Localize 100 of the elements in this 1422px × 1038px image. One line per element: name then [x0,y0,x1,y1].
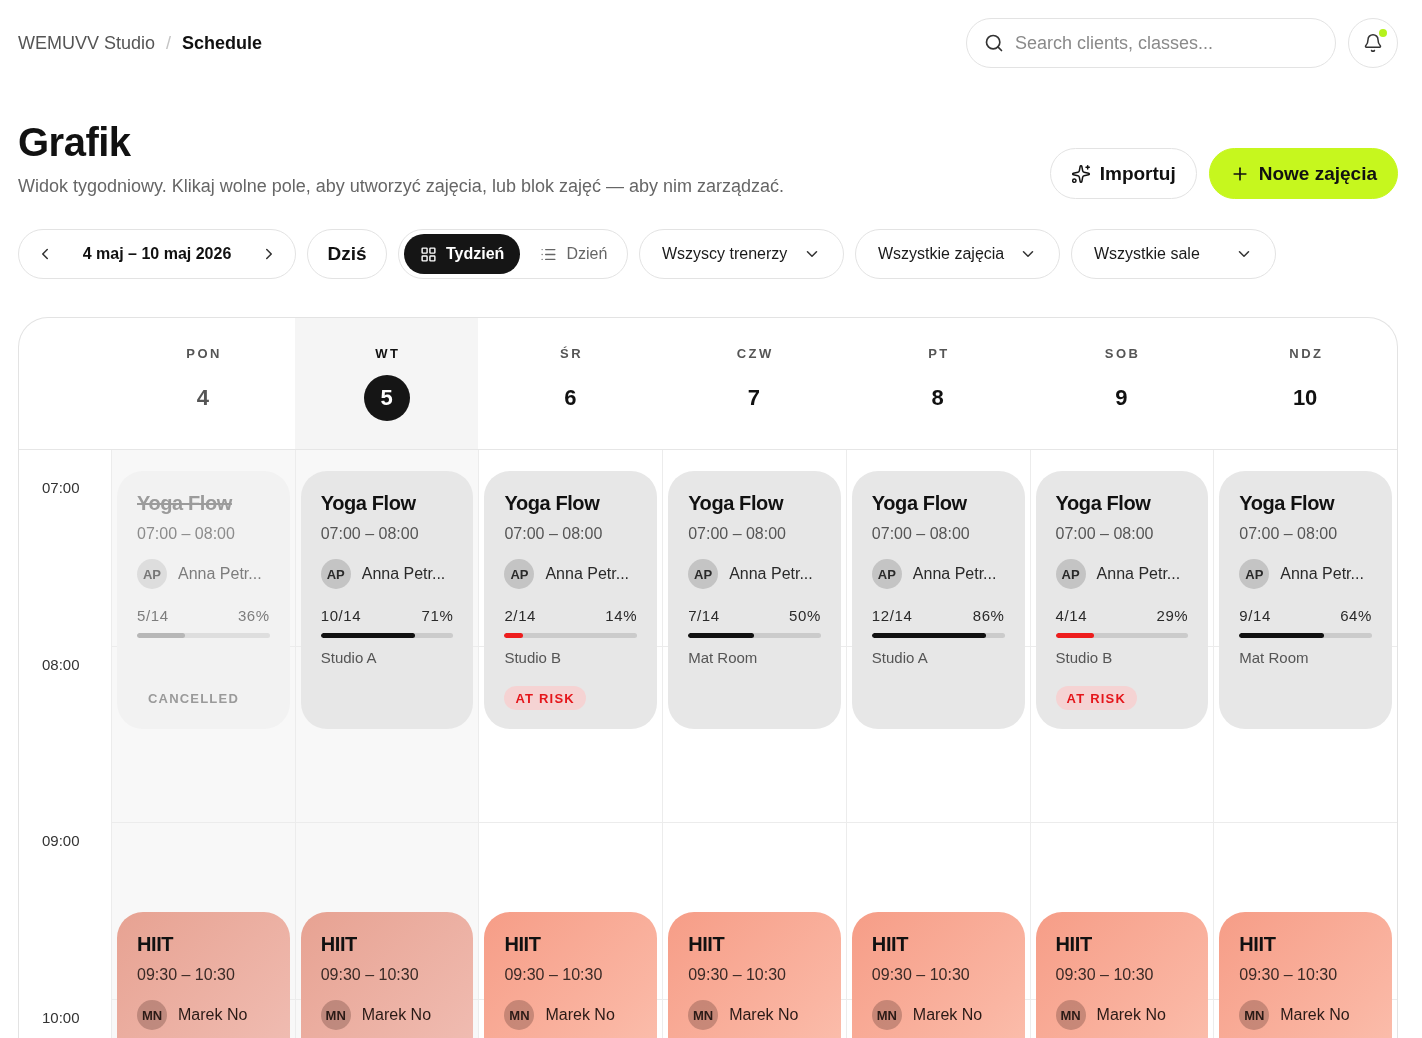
notifications-button[interactable] [1348,18,1398,68]
trainer-avatar: MN [688,1000,719,1031]
class-card[interactable]: HIIT 09:30 – 10:30 MN Marek No [1035,912,1209,1038]
booking-count: 4/14 [1055,608,1088,624]
day-number[interactable]: 10 [1282,375,1329,421]
status-label: CANCELLED [147,689,240,708]
filter-dropdown[interactable]: Wszystkie sale [1071,229,1276,279]
class-card[interactable]: Yoga Flow 07:00 – 08:00 AP Anna Petr... 4/14 29% Studio B AT RISK [1035,471,1209,729]
booking-percent: 14% [605,608,638,624]
class-card[interactable]: Yoga Flow 07:00 – 08:00 AP Anna Petr... 10/14 71% Studio A [300,471,474,729]
trainer-avatar: AP [1055,559,1086,589]
booking-percent: 50% [789,608,821,624]
class-card[interactable]: Yoga Flow 07:00 – 08:00 AP Anna Petr... 9/14 64% Mat Room [1219,471,1392,729]
class-title: HIIT [137,932,174,957]
time-label: 10:00 [42,1008,80,1026]
class-title: HIIT [320,932,357,957]
room-label: Mat Room [1239,648,1309,668]
class-card[interactable]: Yoga Flow 07:00 – 08:00 AP Anna Petr... 12/14 86% Studio A [851,471,1025,729]
search-icon [984,33,1004,53]
day-label: SOB [1103,346,1141,362]
room-label: Mat Room [688,648,758,668]
import-button[interactable]: Importuj [1049,148,1197,199]
trainer-name: Marek No [178,1006,248,1025]
booking-count: 9/14 [1239,608,1271,624]
breadcrumb-separator: / [166,32,172,54]
bell-icon [1363,33,1383,53]
day-label: ŚR [559,346,584,362]
status-badge: AT RISK [1055,686,1137,710]
class-time: 09:30 – 10:30 [137,965,235,986]
view-tab[interactable]: Tydzień [404,234,521,274]
trainer-avatar: AP [320,559,351,589]
search-field[interactable]: Search clients, classes... [966,18,1336,68]
class-time: 07:00 – 08:00 [1055,524,1154,544]
class-card[interactable]: HIIT 09:30 – 10:30 MN Marek No [117,912,290,1038]
filter-dropdown[interactable]: Wszyscy trenerzy [639,229,844,279]
class-title: Yoga Flow [1239,491,1335,515]
trainer-avatar: MN [1239,1000,1270,1031]
trainer-avatar: MN [504,1000,535,1031]
class-title: Yoga Flow [320,491,416,515]
breadcrumb-current: Schedule [182,32,263,54]
page-title: Grafik [18,119,132,166]
trainer-name: Anna Petr... [1096,565,1181,583]
room-label: Studio A [871,648,928,668]
class-title: Yoga Flow [871,491,967,515]
class-title: Yoga Flow [1055,491,1151,515]
sparkles-icon [1070,163,1091,184]
day-number[interactable]: 9 [1098,375,1145,421]
booking-percent: 64% [1340,608,1372,624]
status-badge: AT RISK [504,686,586,710]
day-label: PT [927,346,950,362]
day-label: CZW [735,346,774,362]
class-time: 09:30 – 10:30 [871,965,970,986]
trainer-name: Anna Petr... [545,565,630,583]
day-number[interactable]: 8 [914,375,961,421]
trainer-avatar: MN [137,1000,167,1031]
class-card[interactable]: HIIT 09:30 – 10:30 MN Marek No [1219,912,1392,1038]
trainer-name: Anna Petr... [729,565,813,583]
class-card[interactable]: Yoga Flow 07:00 – 08:00 AP Anna Petr... 2/14 14% Studio B AT RISK [484,471,658,729]
class-title: HIIT [871,932,909,957]
class-card[interactable]: HIIT 09:30 – 10:30 MN Marek No [484,912,658,1038]
trainer-name: Marek No [1280,1006,1350,1025]
class-title: Yoga Flow [504,491,600,515]
trainer-name: Marek No [545,1006,615,1025]
day-number[interactable]: 4 [179,375,226,421]
day-label: WT [374,346,401,362]
class-title: Yoga Flow [137,491,232,515]
time-label: 07:00 [42,479,80,496]
class-card[interactable]: HIIT 09:30 – 10:30 MN Marek No [300,912,474,1038]
class-title: Yoga Flow [688,491,784,515]
trainer-name: Marek No [361,1006,432,1025]
class-time: 09:30 – 10:30 [504,965,603,986]
trainer-name: Anna Petr... [1280,565,1364,583]
class-card[interactable]: Yoga Flow 07:00 – 08:00 AP Anna Petr... 7/14 50% Mat Room [668,471,841,729]
booking-percent: 29% [1156,608,1189,624]
class-card[interactable]: HIIT 09:30 – 10:30 MN Marek No [851,912,1025,1038]
class-card[interactable]: Yoga Flow 07:00 – 08:00 AP Anna Petr... 5/14 36% CANCELLED [117,471,290,729]
breadcrumb-link[interactable]: WEMUVV Studio [18,32,156,54]
booking-percent: 86% [972,608,1005,624]
day-number[interactable]: 6 [547,375,594,421]
day-number[interactable]: 7 [731,375,777,421]
class-time: 07:00 – 08:00 [137,524,235,544]
class-title: HIIT [1055,932,1092,957]
view-tab[interactable]: Dzień [524,234,624,274]
filter-dropdown[interactable]: Wszystkie zajęcia [855,229,1060,279]
class-time: 07:00 – 08:00 [688,524,786,544]
new-class-button[interactable]: Nowe zajęcia [1208,148,1398,199]
class-time: 07:00 – 08:00 [504,524,603,544]
booking-count: 12/14 [871,608,913,624]
class-title: HIIT [504,932,541,957]
day-number[interactable]: 5 [363,375,410,421]
day-label: NDZ [1288,346,1324,362]
class-card[interactable]: HIIT 09:30 – 10:30 MN Marek No [668,912,841,1038]
room-label: Studio B [1055,648,1113,668]
time-label: 08:00 [42,655,80,673]
class-time: 07:00 – 08:00 [320,524,419,544]
class-title: HIIT [1239,932,1276,957]
trainer-name: Marek No [912,1006,983,1025]
trainer-name: Marek No [729,1006,799,1025]
today-button[interactable]: Dziś [307,229,387,279]
trainer-avatar: AP [871,559,902,589]
